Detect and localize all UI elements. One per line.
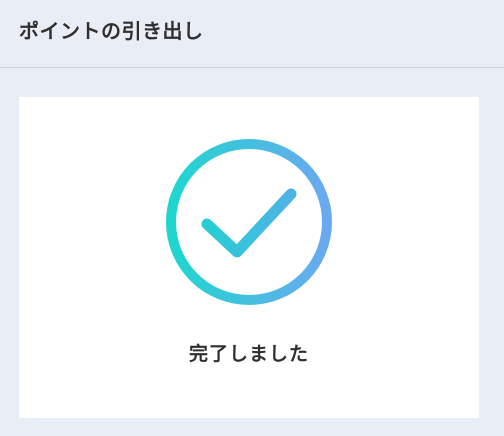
header-bar: ポイントの引き出し [0, 0, 504, 68]
completion-card: 完了しました [19, 97, 479, 418]
page-title: ポイントの引き出し [19, 19, 204, 43]
completion-message: 完了しました [188, 343, 309, 365]
check-circle-icon [165, 138, 333, 306]
